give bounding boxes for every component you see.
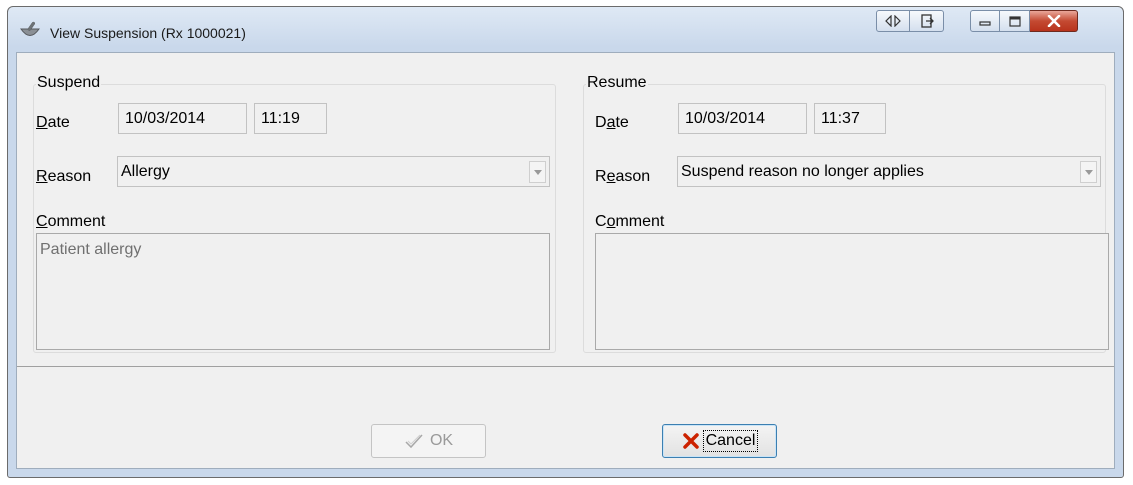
nav-button[interactable] — [876, 10, 910, 32]
export-button[interactable] — [910, 10, 944, 32]
resume-reason-value: Suspend reason no longer applies — [681, 163, 924, 180]
resume-reason-select[interactable]: Suspend reason no longer applies — [677, 156, 1101, 187]
suspend-comment-label: Comment — [36, 213, 106, 230]
resume-legend: Resume — [586, 74, 648, 92]
resume-time-field: 11:37 — [814, 103, 886, 134]
suspend-time-field: 11:19 — [254, 103, 327, 134]
window-title: View Suspension (Rx 1000021) — [50, 25, 246, 41]
left-right-arrows-icon — [885, 15, 901, 27]
resume-reason-dropdown-button[interactable] — [1080, 161, 1097, 183]
cancel-label: Cancel — [702, 430, 759, 452]
close-icon — [1047, 15, 1060, 27]
chevron-down-icon — [533, 169, 542, 175]
resume-date-field: 10/03/2014 — [678, 103, 807, 134]
checkmark-icon — [405, 434, 423, 449]
suspend-legend: Suspend — [36, 74, 102, 92]
view-suspension-window: View Suspension (Rx 1000021) Suspend Dat… — [7, 6, 1124, 478]
maximize-icon — [1008, 15, 1021, 27]
suspend-reason-dropdown-button[interactable] — [529, 161, 546, 183]
suspend-reason-value: Allergy — [121, 163, 170, 180]
resume-comment-field[interactable] — [595, 233, 1109, 350]
footer-separator — [17, 366, 1114, 367]
suspend-group: Suspend Date 10/03/2014 11:19 Reason All… — [33, 74, 556, 353]
maximize-button[interactable] — [1000, 10, 1030, 32]
cancel-button[interactable]: Cancel — [662, 424, 777, 458]
chevron-down-icon — [1084, 169, 1093, 175]
mortar-pestle-icon — [20, 21, 40, 36]
resume-comment-label: Comment — [595, 213, 665, 230]
resume-group: Resume Date 10/03/2014 11:37 Reason Susp… — [583, 74, 1109, 353]
export-icon — [920, 14, 934, 28]
suspend-date-label: Date — [36, 114, 70, 131]
ok-label: OK — [429, 432, 454, 449]
close-button[interactable] — [1030, 10, 1078, 32]
minimize-button[interactable] — [970, 10, 1000, 32]
suspend-date-field: 10/03/2014 — [118, 103, 247, 134]
resume-reason-label: Reason — [595, 168, 651, 185]
suspend-reason-select[interactable]: Allergy — [117, 156, 550, 187]
minimize-icon — [979, 21, 991, 26]
suspend-reason-label: Reason — [36, 168, 92, 185]
dialog-body: Suspend Date 10/03/2014 11:19 Reason All… — [16, 52, 1115, 469]
suspend-comment-field[interactable]: Patient allergy — [36, 233, 550, 350]
title-bar[interactable]: View Suspension (Rx 1000021) — [8, 7, 1123, 52]
resume-date-label: Date — [595, 114, 629, 131]
red-x-icon — [682, 433, 699, 449]
ok-button[interactable]: OK — [371, 424, 486, 458]
